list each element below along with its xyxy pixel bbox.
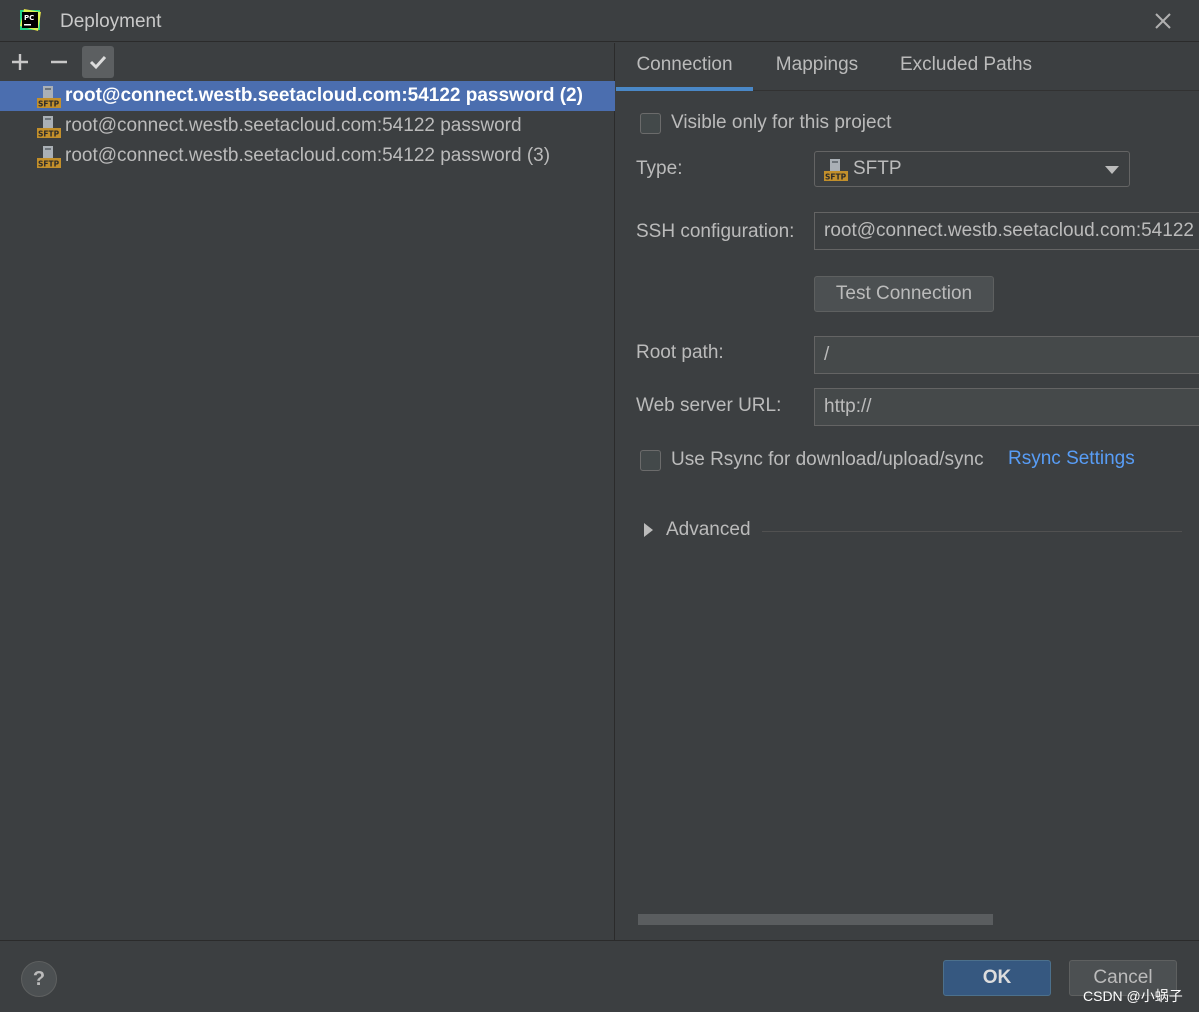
tab-bar: Connection Mappings Excluded Paths bbox=[616, 43, 1199, 91]
chevron-down-icon bbox=[1105, 166, 1119, 174]
svg-text:SFTP: SFTP bbox=[825, 173, 847, 182]
server-label: root@connect.westb.seetacloud.com:54122 … bbox=[65, 145, 551, 166]
settings-panel: Connection Mappings Excluded Paths Visib… bbox=[616, 43, 1199, 940]
title-bar: PC Deployment bbox=[0, 0, 1199, 42]
window-title: Deployment bbox=[60, 11, 162, 32]
close-icon[interactable] bbox=[1151, 9, 1175, 33]
advanced-section-toggle[interactable]: Advanced bbox=[666, 519, 751, 541]
pycharm-logo-icon: PC bbox=[20, 9, 41, 31]
svg-text:PC: PC bbox=[24, 14, 34, 22]
web-server-url-input[interactable]: http:// bbox=[814, 388, 1199, 426]
type-label: Type: bbox=[636, 158, 683, 179]
server-list: SFTP root@connect.westb.seetacloud.com:5… bbox=[0, 81, 615, 171]
tab-mappings[interactable]: Mappings bbox=[766, 43, 868, 91]
visible-only-checkbox[interactable] bbox=[640, 113, 661, 134]
rsync-checkbox[interactable] bbox=[640, 450, 661, 471]
sftp-icon: SFTP bbox=[37, 86, 61, 109]
server-label: root@connect.westb.seetacloud.com:54122 … bbox=[65, 85, 583, 106]
svg-text:SFTP: SFTP bbox=[38, 100, 60, 109]
visible-only-label: Visible only for this project bbox=[671, 112, 892, 133]
ssh-config-label: SSH configuration: bbox=[636, 221, 795, 242]
svg-text:SFTP: SFTP bbox=[38, 130, 60, 139]
rsync-label: Use Rsync for download/upload/sync bbox=[671, 449, 984, 470]
type-value: SFTP bbox=[853, 158, 902, 179]
rsync-settings-link[interactable]: Rsync Settings bbox=[1008, 448, 1135, 470]
sftp-icon: SFTP bbox=[37, 116, 61, 139]
minus-icon[interactable] bbox=[43, 46, 75, 78]
checkmark-icon[interactable] bbox=[82, 46, 114, 78]
server-list-item[interactable]: SFTP root@connect.westb.seetacloud.com:5… bbox=[0, 111, 615, 141]
ok-button[interactable]: OK bbox=[943, 960, 1051, 996]
root-path-input[interactable]: / bbox=[814, 336, 1199, 374]
help-button[interactable]: ? bbox=[21, 961, 57, 997]
server-toolbar bbox=[0, 43, 615, 81]
server-label: root@connect.westb.seetacloud.com:54122 … bbox=[65, 115, 522, 136]
sftp-icon: SFTP bbox=[37, 146, 61, 169]
plus-icon[interactable] bbox=[4, 46, 36, 78]
server-list-panel: SFTP root@connect.westb.seetacloud.com:5… bbox=[0, 43, 615, 940]
horizontal-scrollbar[interactable] bbox=[638, 914, 993, 925]
expand-triangle-icon[interactable] bbox=[644, 523, 654, 537]
dialog-footer: ? OK Cancel CSDN @小蜗子 bbox=[0, 940, 1199, 1012]
root-path-label: Root path: bbox=[636, 342, 724, 363]
web-server-url-label: Web server URL: bbox=[636, 395, 782, 416]
ssh-config-field[interactable]: root@connect.westb.seetacloud.com:54122 bbox=[814, 212, 1199, 250]
test-connection-button[interactable]: Test Connection bbox=[814, 276, 994, 312]
server-list-item[interactable]: SFTP root@connect.westb.seetacloud.com:5… bbox=[0, 141, 615, 171]
tab-connection[interactable]: Connection bbox=[616, 43, 753, 91]
type-select[interactable]: SFTP SFTP bbox=[814, 151, 1130, 187]
advanced-separator bbox=[762, 531, 1182, 532]
server-list-item[interactable]: SFTP root@connect.westb.seetacloud.com:5… bbox=[0, 81, 615, 111]
svg-text:SFTP: SFTP bbox=[38, 160, 60, 169]
sftp-icon: SFTP bbox=[824, 159, 848, 182]
watermark-text: CSDN @小蜗子 bbox=[1083, 988, 1183, 1004]
tab-excluded-paths[interactable]: Excluded Paths bbox=[886, 43, 1046, 91]
